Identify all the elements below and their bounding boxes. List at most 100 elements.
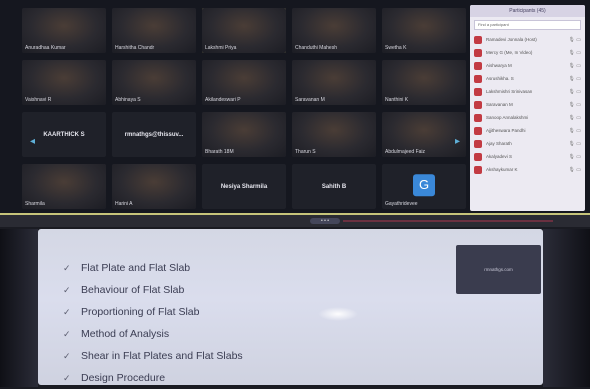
participant-row[interactable]: Saravanan M 🎙 ▭ (470, 98, 585, 111)
participant-video-tile[interactable]: rmnathgs@thissuv... (112, 112, 196, 157)
participant-name: Ajjitheswara Pandhi (486, 128, 526, 133)
participant-tile-name: Sharmila (25, 201, 45, 207)
participant-row[interactable]: Asrushikha. S 🎙 ▭ (470, 72, 585, 85)
participant-tile-name: KAARTHICK S (43, 131, 85, 138)
participant-video-tile[interactable]: Akilandeswari P (202, 60, 286, 105)
participant-tile-name: Chanduthi Mahesh (295, 45, 337, 51)
participant-avatar-icon: G (413, 173, 435, 196)
participant-video-tile[interactable]: Lakshmi Priya (202, 8, 286, 53)
mic-video-status-icon: 🎙 ▭ (568, 36, 581, 43)
participant-video-tile[interactable]: Nanthini K (382, 60, 466, 105)
participant-tile-name: Anuradhaa Kumar (25, 45, 66, 51)
slide-bullet-text: Behaviour of Flat Slab (81, 284, 185, 296)
participant-tile-name: Swetha K (385, 45, 407, 51)
participant-tile-name: Tharun S (295, 149, 316, 155)
mic-video-status-icon: 🎙 ▭ (568, 62, 581, 69)
participant-row[interactable]: Akalyadevi S 🎙 ▭ (470, 150, 585, 163)
participant-name: Ramadevi Jonnala (Host) (486, 37, 537, 42)
participant-row[interactable]: Ajay Sharath 🎙 ▭ (470, 137, 585, 150)
participant-video-tile[interactable]: Harini A (112, 164, 196, 209)
mic-video-status-icon: 🎙 ▭ (568, 166, 581, 173)
checkmark-icon: ✓ (63, 328, 71, 339)
participant-video-tile[interactable]: Bharath 18M (202, 112, 286, 157)
participant-video-tile[interactable]: KAARTHICK S (22, 112, 106, 157)
participant-name: Sanoop Annalakshmi (486, 115, 529, 120)
mic-video-status-icon: 🎙 ▭ (568, 127, 581, 134)
speaker-thumbnail-name: rmnathgs.com (484, 267, 513, 272)
shared-slide: ✓ Flat Plate and Flat Slab ✓ Behaviour of F… (38, 229, 543, 385)
participant-tile-name: Abhinaya S (115, 97, 141, 103)
participant-video-tile[interactable]: Tharun S (292, 112, 376, 157)
participant-tile-name: Saravanan M (295, 97, 325, 103)
slide-bullet: ✓ Behaviour of Flat Slab (63, 279, 243, 301)
participant-tile-name: Gayathridevee (385, 201, 418, 207)
video-gallery: Anuradhaa Kumar Harshitha Chandr Lakshmi P… (22, 8, 466, 209)
participant-avatar-icon (474, 74, 482, 83)
participant-video-tile[interactable]: Saravanan M (292, 60, 376, 105)
next-page-arrow-icon[interactable]: ▸ (455, 136, 460, 147)
participant-video-tile[interactable]: Swetha K (382, 8, 466, 53)
mic-video-status-icon: 🎙 ▭ (568, 153, 581, 160)
slide-bullet: ✓ Method of Analysis (63, 323, 243, 345)
gallery-window: Anuradhaa Kumar Harshitha Chandr Lakshmi P… (0, 0, 590, 215)
participant-tile-name: Harini A (115, 201, 133, 207)
share-options-pill[interactable]: • • • (310, 218, 340, 224)
participant-list: Ramadevi Jonnala (Host) 🎙 ▭ Mercy G (Me, I… (470, 33, 585, 176)
participant-tile-name: Vaishnavi R (25, 97, 52, 103)
participant-avatar-icon (474, 61, 482, 70)
participants-header: Participants (45) (470, 5, 585, 17)
participant-row[interactable]: Ramadevi Jonnala (Host) 🎙 ▭ (470, 33, 585, 46)
mic-video-status-icon: 🎙 ▭ (568, 140, 581, 147)
participant-name: Akalyadevi S (486, 154, 513, 159)
participant-avatar-icon (474, 35, 482, 44)
participant-avatar-icon (474, 100, 482, 109)
participant-avatar-icon (474, 48, 482, 57)
participant-video-tile[interactable]: Sahith B (292, 164, 376, 209)
participant-row[interactable]: Sanoop Annalakshmi 🎙 ▭ (470, 111, 585, 124)
slide-bullet-text: Flat Plate and Flat Slab (81, 262, 191, 274)
mic-video-status-icon: 🎙 ▭ (568, 101, 581, 108)
participant-name: Akshaykumar K (486, 167, 518, 172)
previous-page-arrow-icon[interactable]: ◂ (30, 136, 35, 147)
participant-name: Mercy G (Me, In Video) (486, 50, 533, 55)
slide-bullet: ✓ Shear in Flat Plates and Flat Slabs (63, 345, 243, 367)
participant-name: Asrushikha. S (486, 76, 514, 81)
participant-row[interactable]: Akshaykumar K 🎙 ▭ (470, 163, 585, 176)
share-indicator-line (343, 220, 553, 222)
speaker-thumbnail[interactable]: rmnathgs.com (456, 245, 541, 294)
participant-video-tile[interactable]: Sharmila (22, 164, 106, 209)
mic-video-status-icon: 🎙 ▭ (568, 114, 581, 121)
screen-share-bar: • • • (0, 215, 590, 227)
participant-video-tile[interactable]: Vaishnavi R (22, 60, 106, 105)
participant-avatar-icon (474, 126, 482, 135)
participant-avatar-icon (474, 152, 482, 161)
participants-panel: Participants (45) Find a participant Ram… (470, 5, 585, 211)
checkmark-icon: ✓ (63, 284, 71, 295)
participant-tile-name: Abdulmajeed Faiz (385, 149, 426, 155)
slide-bullet-text: Method of Analysis (81, 328, 170, 340)
participant-tile-name: Nesiya Sharmila (220, 183, 268, 190)
participant-video-tile[interactable]: Abhinaya S (112, 60, 196, 105)
participant-tile-name: Nanthini K (385, 97, 409, 103)
participant-row[interactable]: Ajjitheswara Pandhi 🎙 ▭ (470, 124, 585, 137)
slide-bullet-text: Proportioning of Flat Slab (81, 306, 200, 318)
participant-video-tile[interactable]: Abdulmajeed Faiz (382, 112, 466, 157)
participant-video-tile[interactable]: Anuradhaa Kumar (22, 8, 106, 53)
participant-video-tile[interactable]: Harshitha Chandr (112, 8, 196, 53)
participant-tile-name: Bharath 18M (205, 149, 234, 155)
participant-search-input[interactable]: Find a participant (474, 20, 581, 30)
mic-video-status-icon: 🎙 ▭ (568, 88, 581, 95)
participant-name: Saravanan M (486, 102, 513, 107)
participant-video-tile[interactable]: G Gayathridevee (382, 164, 466, 209)
participant-name: Lakshmishri Srinivasan (486, 89, 533, 94)
slide-bullet: ✓ Proportioning of Flat Slab (63, 301, 243, 323)
slide-bullet-text: Shear in Flat Plates and Flat Slabs (81, 350, 243, 362)
checkmark-icon: ✓ (63, 306, 71, 317)
participant-avatar-icon (474, 113, 482, 122)
participant-row[interactable]: Aishwarya M 🎙 ▭ (470, 59, 585, 72)
participant-row[interactable]: Mercy G (Me, In Video) 🎙 ▭ (470, 46, 585, 59)
slide-bullet-text: Design Procedure (81, 372, 166, 384)
participant-video-tile[interactable]: Chanduthi Mahesh (292, 8, 376, 53)
participant-row[interactable]: Lakshmishri Srinivasan 🎙 ▭ (470, 85, 585, 98)
participant-video-tile[interactable]: Nesiya Sharmila (202, 164, 286, 209)
